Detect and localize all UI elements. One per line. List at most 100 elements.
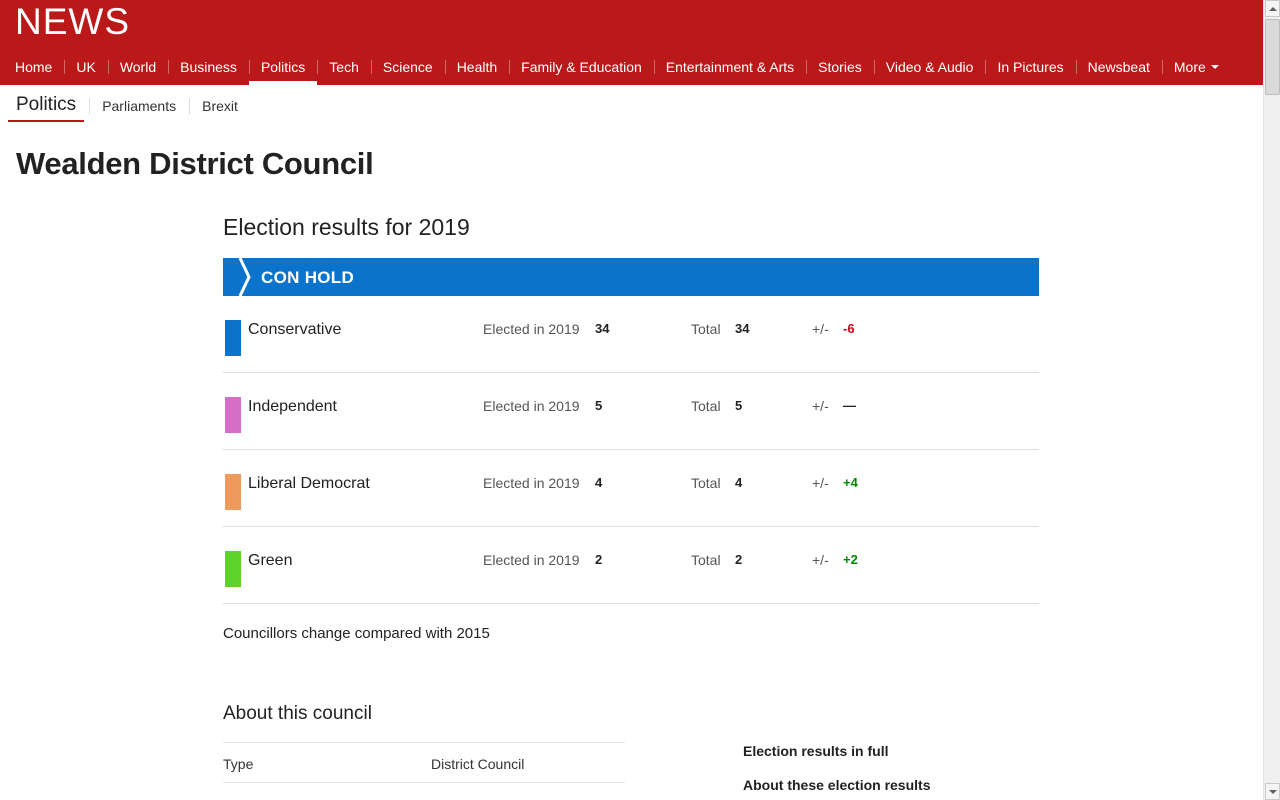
- nav-item-politics[interactable]: Politics: [248, 48, 318, 85]
- party-results-list: Conservative Elected in 2019 34 Total 34 +/- -…: [223, 296, 1039, 604]
- nav-item-newsbeat[interactable]: Newsbeat: [1075, 48, 1162, 85]
- election-results-full-link[interactable]: Election results in full: [743, 742, 930, 776]
- section-nav: Politics Parliaments Brexit: [8, 90, 251, 122]
- party-row: Liberal Democrat Elected in 2019 4 Total 4 +/…: [223, 450, 1039, 527]
- about-election-results-link[interactable]: About these election results: [743, 776, 930, 800]
- change-label: +/-: [812, 475, 829, 491]
- nav-label: Video & Audio: [885, 58, 974, 75]
- caret-down-icon: [1210, 64, 1219, 69]
- results-footnote: Councillors change compared with 2015: [223, 625, 490, 642]
- nav-label: Politics: [260, 58, 306, 75]
- elected-label: Elected in 2019: [483, 398, 580, 414]
- arrow-up-icon: [1268, 6, 1277, 11]
- nav-item-in-pictures[interactable]: In Pictures: [985, 48, 1075, 85]
- party-color-swatch: [225, 397, 241, 433]
- nav-label: Science: [382, 58, 433, 75]
- total-label: Total: [691, 475, 721, 491]
- main-nav: Home UK World Business Politics Tech Sci…: [3, 48, 1231, 85]
- nav-item-video-audio[interactable]: Video & Audio: [873, 48, 986, 85]
- change-label: +/-: [812, 398, 829, 414]
- chevron-right-icon: [238, 258, 251, 296]
- total-value: 2: [735, 552, 743, 567]
- nav-label: Stories: [818, 58, 862, 75]
- change-value: +2: [843, 552, 858, 567]
- election-results: Election results for 2019 CON HOLD Conse…: [223, 212, 1039, 604]
- nav-item-entertainment-arts[interactable]: Entertainment & Arts: [653, 48, 806, 85]
- section-title[interactable]: Politics: [8, 90, 85, 122]
- arrow-down-icon: [1268, 789, 1277, 794]
- nav-label: Tech: [329, 58, 359, 75]
- party-name: Liberal Democrat: [248, 475, 370, 492]
- elected-label: Elected in 2019: [483, 321, 580, 337]
- party-name: Independent: [248, 398, 337, 415]
- change-label: +/-: [812, 552, 829, 568]
- nav-label: More: [1173, 58, 1206, 75]
- nav-item-family-education[interactable]: Family & Education: [509, 48, 654, 85]
- subnav-item-brexit[interactable]: Brexit: [189, 90, 251, 122]
- elected-value: 4: [595, 475, 603, 490]
- party-color-swatch: [225, 320, 241, 356]
- nav-item-science[interactable]: Science: [370, 48, 445, 85]
- nav-label: Business: [180, 58, 237, 75]
- nav-label: In Pictures: [997, 58, 1064, 75]
- nav-label: Health: [456, 58, 498, 75]
- subnav-label: Brexit: [202, 98, 238, 114]
- total-label: Total: [691, 321, 721, 337]
- nav-item-tech[interactable]: Tech: [317, 48, 371, 85]
- result-banner-text: CON HOLD: [261, 268, 355, 287]
- change-value: +4: [843, 475, 858, 490]
- nav-item-stories[interactable]: Stories: [806, 48, 874, 85]
- party-color-swatch: [225, 474, 241, 510]
- nav-item-world[interactable]: World: [107, 48, 168, 85]
- nav-label: Entertainment & Arts: [665, 58, 795, 75]
- nav-item-business[interactable]: Business: [168, 48, 249, 85]
- subnav-item-parliaments[interactable]: Parliaments: [89, 90, 189, 122]
- scroll-down-button[interactable]: [1265, 783, 1280, 800]
- elected-value: 34: [595, 321, 610, 336]
- about-key: Type: [223, 756, 254, 772]
- about-council: About this council Type District Council: [223, 700, 625, 800]
- elected-value: 2: [595, 552, 603, 567]
- nav-label: Newsbeat: [1087, 58, 1150, 75]
- page-title: Wealden District Council: [16, 146, 374, 181]
- page: NEWS Home UK World Business Politics Tec…: [0, 0, 1263, 800]
- party-color-swatch: [225, 551, 241, 587]
- about-value: District Council: [431, 756, 525, 772]
- party-name: Conservative: [248, 321, 342, 338]
- total-label: Total: [691, 398, 721, 414]
- about-row-partial: [223, 782, 625, 800]
- subnav-label: Parliaments: [102, 98, 177, 114]
- nav-label: Home: [15, 58, 53, 75]
- nav-item-more[interactable]: More: [1161, 48, 1231, 85]
- total-value: 4: [735, 475, 743, 490]
- nav-label: UK: [76, 58, 96, 75]
- result-banner: CON HOLD: [223, 258, 1039, 296]
- nav-item-health[interactable]: Health: [444, 48, 509, 85]
- about-row: Type District Council: [223, 742, 625, 782]
- nav-item-home[interactable]: Home: [3, 48, 64, 85]
- party-row: Green Elected in 2019 2 Total 2 +/- +2: [223, 527, 1039, 604]
- elected-value: 5: [595, 398, 603, 413]
- change-label: +/-: [812, 321, 829, 337]
- total-value: 34: [735, 321, 750, 336]
- nav-item-uk[interactable]: UK: [64, 48, 107, 85]
- party-row: Independent Elected in 2019 5 Total 5 +/- —: [223, 373, 1039, 450]
- total-value: 5: [735, 398, 743, 413]
- results-heading: Election results for 2019: [223, 214, 470, 240]
- masthead: NEWS Home UK World Business Politics Tec…: [0, 0, 1263, 85]
- scrollbar-thumb[interactable]: [1265, 19, 1280, 95]
- news-logo[interactable]: NEWS: [15, 2, 130, 42]
- nav-label: Family & Education: [521, 58, 642, 75]
- elected-label: Elected in 2019: [483, 552, 580, 568]
- vertical-scrollbar[interactable]: [1263, 0, 1280, 800]
- nav-label: World: [119, 58, 157, 75]
- change-value: —: [843, 398, 856, 413]
- change-value: -6: [843, 321, 855, 336]
- scroll-up-button[interactable]: [1265, 0, 1280, 17]
- party-row: Conservative Elected in 2019 34 Total 34 +/- -…: [223, 296, 1039, 373]
- elected-label: Elected in 2019: [483, 475, 580, 491]
- about-heading: About this council: [223, 703, 372, 724]
- party-name: Green: [248, 552, 293, 569]
- total-label: Total: [691, 552, 721, 568]
- side-links: Election results in full About these ele…: [743, 742, 930, 800]
